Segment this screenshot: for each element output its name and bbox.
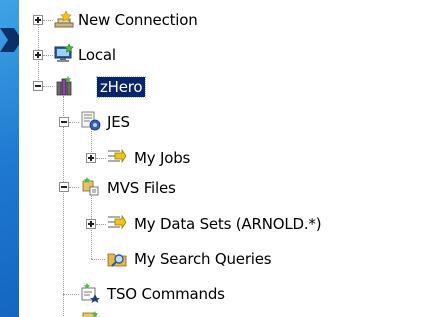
tree-item-label: My Jobs	[134, 149, 191, 167]
collapse-icon[interactable]	[33, 81, 43, 91]
filter-pool-icon	[108, 148, 126, 164]
tree-item-label: MVS Files	[107, 179, 176, 197]
search-queries-icon	[107, 253, 127, 267]
tree-connector-line	[63, 96, 64, 317]
tree-connector-line	[43, 86, 53, 87]
tree-item-label: My Search Queries	[134, 250, 272, 268]
tree-connector-line	[96, 224, 106, 225]
expand-icon[interactable]	[33, 50, 43, 60]
expand-icon[interactable]	[86, 153, 96, 163]
tso-commands-icon	[81, 283, 100, 303]
tree-item-label: TSO Commands	[107, 285, 225, 303]
expand-icon[interactable]	[33, 15, 43, 25]
expand-icon[interactable]	[86, 219, 96, 229]
tree-connector-line	[69, 122, 79, 123]
zos-system-icon	[56, 76, 72, 96]
tree-item-label: JES	[107, 113, 130, 131]
tree-item-label: My Data Sets (ARNOLD.*)	[134, 215, 322, 233]
tree-connector-line	[43, 20, 53, 21]
tree-connector-line	[69, 187, 79, 188]
tree-item-label: zHero	[95, 76, 147, 98]
tree-connector-line	[96, 158, 106, 159]
tree-item-label: New Connection	[78, 11, 198, 29]
tree-connector-line	[63, 294, 79, 295]
partial-tree-item-icon	[82, 311, 98, 317]
tree-connector-line	[91, 259, 105, 260]
remote-systems-tree: New Connection Local zHero JES My Jobs M…	[19, 0, 428, 317]
mvs-files-icon	[82, 177, 99, 196]
tree-connector-line	[43, 55, 53, 56]
collapse-icon[interactable]	[59, 117, 69, 127]
tree-item-label: Local	[78, 46, 116, 64]
new-connection-icon	[54, 10, 74, 28]
jes-subsystem-icon	[81, 111, 101, 131]
filter-pool-icon	[108, 214, 126, 230]
local-computer-icon	[54, 44, 74, 62]
collapse-icon[interactable]	[59, 182, 69, 192]
